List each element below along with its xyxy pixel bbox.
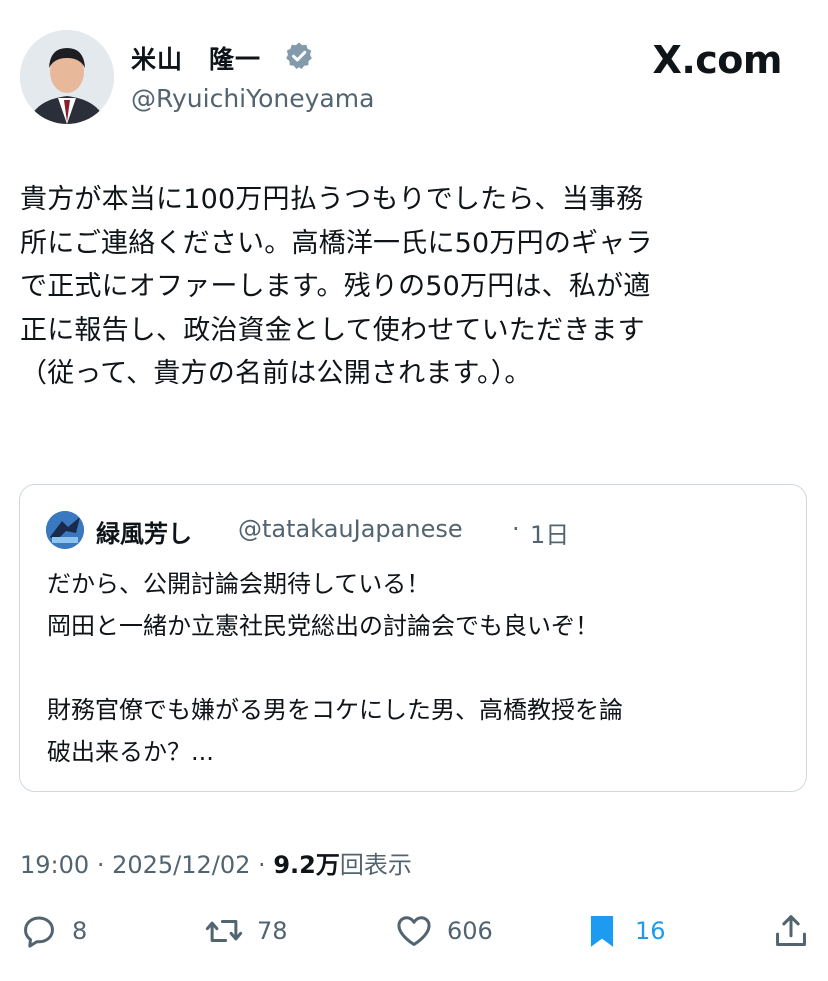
quoted-author-avatar[interactable]: [46, 511, 84, 549]
x-logo: X.com: [652, 38, 783, 82]
share-button[interactable]: [772, 910, 810, 952]
view-count-label: 回表示: [339, 851, 412, 879]
author-avatar[interactable]: [20, 30, 114, 124]
share-icon: [776, 915, 806, 946]
reply-button[interactable]: 8: [20, 910, 87, 952]
reply-icon: [24, 916, 54, 948]
bookmark-button[interactable]: 16: [583, 910, 666, 952]
separator-dot: ·: [258, 851, 274, 879]
quoted-author-name[interactable]: 緑風芳し: [96, 514, 192, 549]
like-button[interactable]: 606: [395, 910, 493, 952]
like-count: 606: [447, 917, 493, 945]
separator-dot: ·: [96, 851, 113, 879]
separator-dot: ·: [512, 515, 520, 543]
bookmark-icon: [590, 915, 614, 947]
tweet-date[interactable]: 2025/12/02: [112, 851, 250, 879]
reply-count: 8: [72, 917, 88, 945]
quoted-author-handle[interactable]: @tatakauJapanese: [238, 515, 463, 543]
view-count: 9.2万: [273, 851, 340, 879]
quoted-tweet-text: だから、公開討論会期待している！ 岡田と一緒か立憲社民党総出の討論会でも良いぞ！…: [47, 570, 623, 766]
author-name[interactable]: 米山 隆一: [131, 40, 261, 76]
tweet-text: 貴方が本当に100万円払うつもりでしたら、当事務 所にご連絡ください。高橋洋一氏…: [20, 184, 653, 389]
heart-icon: [397, 916, 431, 946]
verified-badge-icon: [284, 41, 314, 71]
repost-count: 78: [257, 917, 288, 945]
tweet-meta: 19:00 · 2025/12/02 · 9.2万回表示: [20, 845, 412, 880]
quoted-tweet-time[interactable]: 1日: [530, 515, 569, 550]
repost-button[interactable]: 78: [205, 910, 288, 952]
bookmark-count: 16: [635, 917, 666, 945]
quoted-tweet-card[interactable]: 緑風芳し @tatakauJapanese · 1日 だから、公開討論会期待して…: [19, 484, 807, 792]
tweet-time[interactable]: 19:00: [20, 851, 89, 879]
author-handle[interactable]: @RyuichiYoneyama: [131, 84, 374, 113]
repost-icon: [205, 919, 243, 943]
